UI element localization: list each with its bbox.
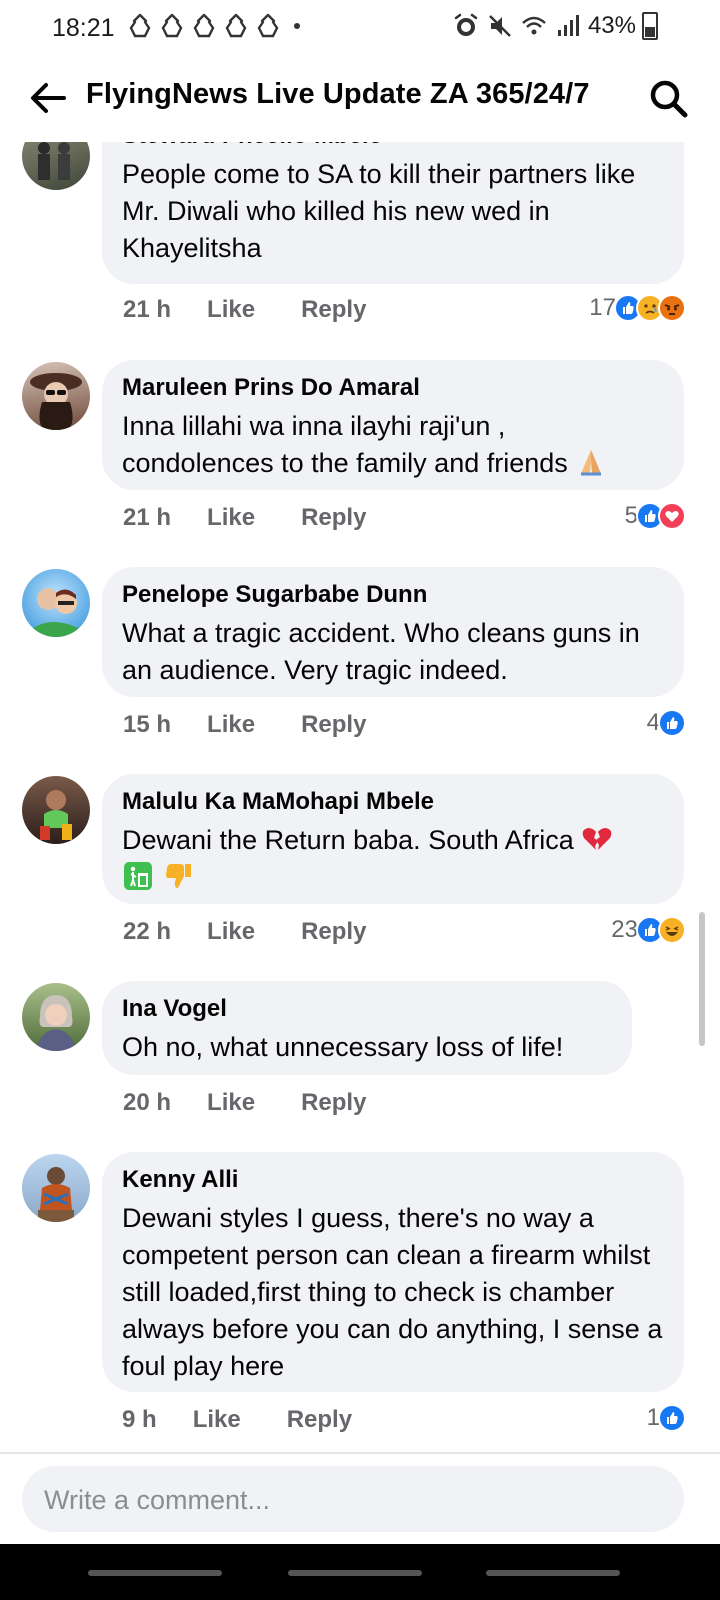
comment-actions: 21 h Like Reply <box>123 296 366 324</box>
reply-button[interactable]: Reply <box>287 1406 352 1434</box>
comment-bubble[interactable]: Maruleen Prins Do Amaral Inna lillahi wa… <box>102 360 684 490</box>
comment-time[interactable]: 20 h <box>123 1089 171 1117</box>
haha-icon <box>658 916 686 944</box>
like-icon <box>658 1404 686 1432</box>
comment-author[interactable]: Ina Vogel <box>122 995 612 1023</box>
comment-actions: 20 h Like Reply <box>123 1089 366 1117</box>
comment-time[interactable]: 15 h <box>123 711 171 739</box>
love-icon <box>658 502 686 530</box>
nav-recents-button[interactable] <box>88 1570 222 1576</box>
comment-time[interactable]: 21 h <box>123 296 171 324</box>
comment-actions: 9 h Like Reply <box>122 1406 352 1434</box>
like-icon <box>658 709 686 737</box>
reactions-summary[interactable]: 1 <box>647 1404 686 1432</box>
folded-hands-icon <box>581 450 602 476</box>
like-button[interactable]: Like <box>193 1406 241 1434</box>
signal-icon <box>557 15 579 36</box>
scrollbar[interactable] <box>699 912 705 1046</box>
comment-actions: 15 h Like Reply <box>123 711 366 739</box>
reply-button[interactable]: Reply <box>301 918 366 946</box>
comment-author[interactable]: Malulu Ka MaMohapi Mbele <box>122 788 664 816</box>
reactions-summary[interactable]: 5 <box>625 502 686 530</box>
angry-icon <box>658 294 686 322</box>
reply-button[interactable]: Reply <box>301 504 366 532</box>
comment-bubble[interactable]: Malulu Ka MaMohapi Mbele Dewani the Retu… <box>102 774 684 904</box>
comment-text-content: Dewani the Return baba. South Africa <box>122 825 574 855</box>
comment-bubble[interactable]: Ina Vogel Oh no, what unnecessary loss o… <box>102 981 632 1075</box>
comment-composer[interactable] <box>22 1466 684 1534</box>
avatar[interactable] <box>22 776 90 844</box>
back-arrow-icon[interactable] <box>26 76 70 120</box>
reactions-summary[interactable]: 17 <box>589 294 686 322</box>
alarm-icon <box>454 13 478 36</box>
recycle-icon <box>161 13 183 38</box>
app-header: FlyingNews Live Update ZA 365/24/7 <box>0 56 720 142</box>
thumbs-down-icon <box>165 864 191 888</box>
notification-icons <box>126 12 300 40</box>
comment-bubble[interactable]: Kenny Alli Dewani styles I guess, there'… <box>102 1152 684 1392</box>
more-notifications-dot <box>294 23 300 29</box>
recycle-icon <box>193 13 215 38</box>
reaction-count: 17 <box>589 294 616 321</box>
comment-author[interactable]: Maruleen Prins Do Amaral <box>122 374 664 402</box>
comment-text: Inna lillahi wa inna ilayhi raji'un , co… <box>122 408 664 482</box>
system-icons: 43% <box>452 12 658 40</box>
mute-icon <box>489 15 511 37</box>
comment-author[interactable]: Kenny Alli <box>122 1166 664 1194</box>
comment-time[interactable]: 9 h <box>122 1406 157 1434</box>
comment-input[interactable] <box>42 1466 666 1534</box>
comments-list: Steward Pheello Mbele People come to SA … <box>0 142 720 1452</box>
comment-author[interactable]: Penelope Sugarbabe Dunn <box>122 581 664 609</box>
avatar[interactable] <box>22 569 90 637</box>
search-icon[interactable] <box>646 76 690 120</box>
page-title: FlyingNews Live Update ZA 365/24/7 <box>86 78 590 110</box>
broken-heart-icon <box>582 828 612 850</box>
recycle-icon <box>129 13 151 38</box>
avatar[interactable] <box>22 142 90 190</box>
status-bar: 18:21 43% <box>0 0 720 56</box>
comment-text: Dewani the Return baba. South Africa <box>122 822 664 896</box>
battery-percent: 43% <box>587 12 636 39</box>
nav-back-button[interactable] <box>486 1570 620 1576</box>
comment-actions: 21 h Like Reply <box>123 504 366 532</box>
avatar[interactable] <box>22 983 90 1051</box>
comment-text: What a tragic accident. Who cleans guns … <box>122 618 640 685</box>
wifi-icon <box>522 16 546 35</box>
like-button[interactable]: Like <box>207 711 255 739</box>
reply-button[interactable]: Reply <box>301 711 366 739</box>
litter-bin-icon <box>124 862 152 890</box>
comment-text: People come to SA to kill their partners… <box>122 159 636 263</box>
comment-actions: 22 h Like Reply <box>123 918 366 946</box>
like-button[interactable]: Like <box>207 296 255 324</box>
reaction-count: 23 <box>611 916 638 943</box>
avatar[interactable] <box>22 362 90 430</box>
comment-text: Oh no, what unnecessary loss of life! <box>122 1032 564 1062</box>
reply-button[interactable]: Reply <box>301 296 366 324</box>
like-button[interactable]: Like <box>207 918 255 946</box>
comment-bubble[interactable]: Steward Pheello Mbele People come to SA … <box>102 142 684 284</box>
divider <box>0 1452 720 1454</box>
like-button[interactable]: Like <box>207 504 255 532</box>
status-time: 18:21 <box>52 14 115 42</box>
recycle-icon <box>257 13 279 38</box>
comment-bubble[interactable]: Penelope Sugarbabe Dunn What a tragic ac… <box>102 567 684 697</box>
reactions-summary[interactable]: 4 <box>647 709 686 737</box>
comment-time[interactable]: 22 h <box>123 918 171 946</box>
nav-home-button[interactable] <box>288 1570 422 1576</box>
reply-button[interactable]: Reply <box>301 1089 366 1117</box>
recycle-icon <box>225 13 247 38</box>
comment-text-content: Inna lillahi wa inna ilayhi raji'un , co… <box>122 411 568 478</box>
comment-text: Dewani styles I guess, there's no way a … <box>122 1203 663 1381</box>
comment-time[interactable]: 21 h <box>123 504 171 532</box>
battery-icon <box>642 12 658 40</box>
reactions-summary[interactable]: 23 <box>611 916 686 944</box>
avatar[interactable] <box>22 1154 90 1222</box>
like-button[interactable]: Like <box>207 1089 255 1117</box>
system-nav-bar <box>0 1544 720 1600</box>
comment-author[interactable]: Steward Pheello Mbele <box>122 142 664 150</box>
